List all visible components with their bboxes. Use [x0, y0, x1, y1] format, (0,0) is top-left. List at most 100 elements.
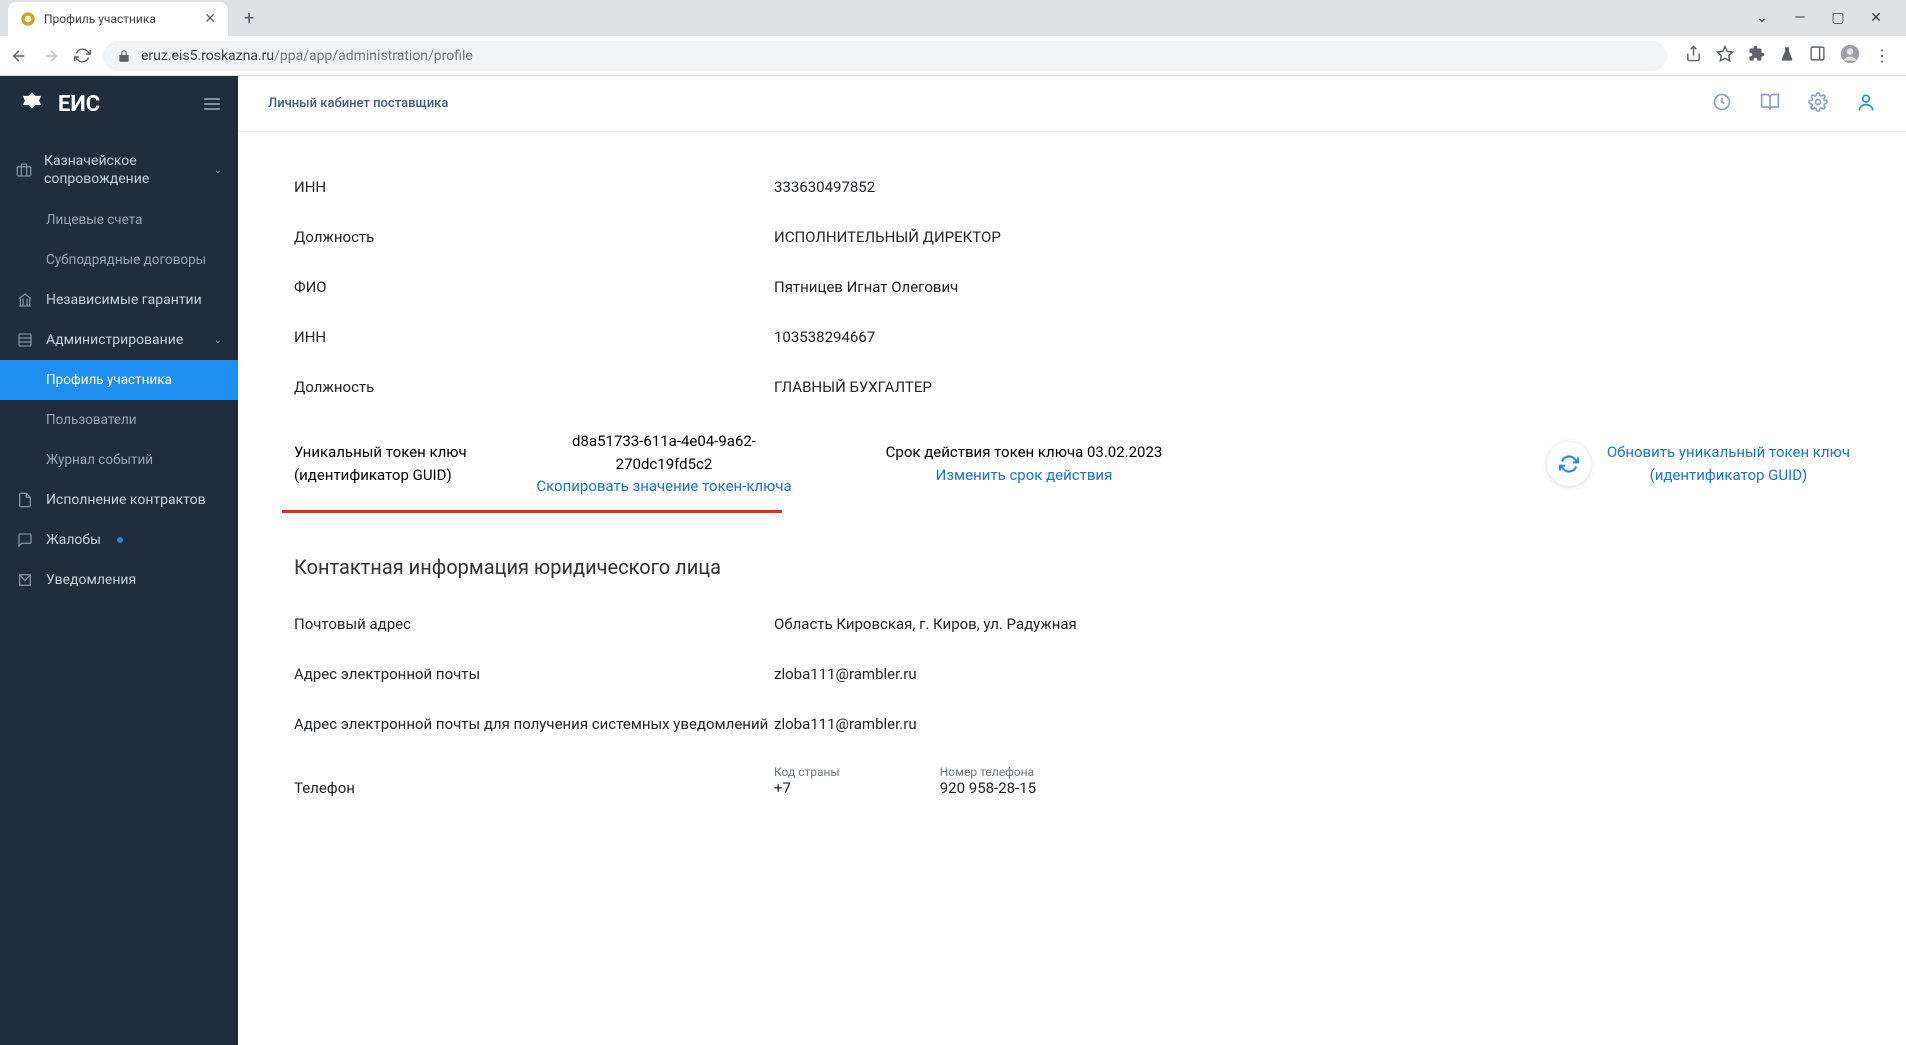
reload-button[interactable] [74, 47, 91, 64]
mail-icon [16, 572, 34, 588]
topbar-icons [1712, 92, 1876, 116]
nav-contracts[interactable]: Исполнение контрактов [0, 480, 238, 520]
window-close-button[interactable]: ✕ [1866, 8, 1886, 28]
value-number: 920 958-28-15 [940, 779, 1036, 797]
star-icon[interactable] [1716, 45, 1734, 67]
forward-button[interactable] [42, 47, 60, 65]
value-post: Область Кировская, г. Киров, ул. Радужна… [774, 615, 1077, 633]
window-controls: ⌄ — ▢ ✕ [1752, 8, 1898, 28]
field-inn1: ИНН 333630497852 [294, 162, 1850, 212]
field-email: Адрес электронной почты zloba111@rambler… [294, 649, 1850, 699]
value-fio: Пятницев Игнат Олегович [774, 278, 958, 296]
menu-icon[interactable]: ⋮ [1874, 46, 1890, 65]
phone-values: Код страны +7 Номер телефона 920 958-28-… [774, 765, 1036, 797]
copy-token-link[interactable]: Скопировать значение токен-ключа [536, 475, 791, 498]
back-button[interactable] [10, 47, 28, 65]
phone-code-col: Код страны +7 [774, 765, 840, 797]
panel-icon[interactable] [1809, 45, 1826, 66]
notification-dot [117, 537, 123, 543]
maximize-button[interactable]: ▢ [1828, 8, 1848, 28]
address-bar[interactable]: eruz.eis5.roskazna.ru/ppa/app/administra… [103, 41, 1667, 71]
main: Личный кабинет поставщика ИНН 3336304978… [238, 76, 1906, 1045]
chevron-down-icon[interactable]: ⌄ [1752, 8, 1772, 28]
book-icon[interactable] [1760, 92, 1780, 116]
token-refresh-col: Обновить уникальный токен ключ (идентифи… [1547, 441, 1850, 486]
label-inn: ИНН [294, 178, 774, 196]
sidebar-toggle[interactable] [204, 95, 220, 113]
label-post: Почтовый адрес [294, 615, 774, 633]
value-email: zloba111@rambler.ru [774, 665, 917, 683]
label-fio: ФИО [294, 278, 774, 296]
close-icon[interactable]: ✕ [204, 11, 216, 27]
nav-log[interactable]: Журнал событий [0, 440, 238, 480]
chevron-down-icon: ⌄ [214, 335, 222, 346]
label-code: Код страны [774, 765, 840, 779]
browser-chrome: Профиль участника ✕ + ⌄ — ▢ ✕ eruz.eis5.… [0, 0, 1906, 76]
gear-icon[interactable] [1808, 92, 1828, 116]
profile-icon[interactable] [1840, 44, 1860, 68]
refresh-button[interactable] [1547, 442, 1591, 486]
nav-label: Казначейское сопровождение [44, 152, 202, 188]
admin-icon [16, 332, 34, 348]
field-position2: Должность ГЛАВНЫЙ БУХГАЛТЕР [294, 362, 1850, 412]
token-expiry: Срок действия токен ключа 03.02.2023 [886, 441, 1163, 464]
minimize-button[interactable]: — [1790, 8, 1810, 28]
topbar: Личный кабинет поставщика [238, 76, 1906, 132]
value-sysemail: zloba111@rambler.ru [774, 715, 917, 733]
field-sysemail: Адрес электронной почты для получения си… [294, 699, 1850, 749]
field-fio: ФИО Пятницев Игнат Олегович [294, 262, 1850, 312]
token-expiry-col: Срок действия токен ключа 03.02.2023 Изм… [874, 441, 1174, 486]
nav-profile[interactable]: Профиль участника [0, 360, 238, 400]
value-position: ИСПОЛНИТЕЛЬНЫЙ ДИРЕКТОР [774, 228, 1001, 246]
label-sysemail: Адрес электронной почты для получения си… [294, 715, 774, 733]
value-position2: ГЛАВНЫЙ БУХГАЛТЕР [774, 378, 932, 396]
refresh-token-link[interactable]: Обновить уникальный токен ключ (идентифи… [1607, 441, 1850, 486]
phone-number-col: Номер телефона 920 958-28-15 [940, 765, 1036, 797]
sidebar: ЕИС Казначейское сопровождение ⌄ Лицевые… [0, 76, 238, 1045]
emblem-icon [18, 90, 46, 118]
label-position2: Должность [294, 378, 774, 396]
user-icon[interactable] [1856, 92, 1876, 116]
chevron-down-icon: ⌄ [214, 165, 222, 176]
nav-subcontracts[interactable]: Субподрядные договоры [0, 240, 238, 280]
share-icon[interactable] [1685, 45, 1702, 66]
field-phone: Телефон Код страны +7 Номер телефона 920… [294, 749, 1850, 813]
field-inn2: ИНН 103538294667 [294, 312, 1850, 362]
nav-notifications[interactable]: Уведомления [0, 560, 238, 600]
change-expiry-link[interactable]: Изменить срок действия [936, 464, 1113, 487]
new-tab-button[interactable]: + [236, 4, 262, 33]
topbar-title: Личный кабинет поставщика [268, 96, 448, 111]
tab-strip: Профиль участника ✕ + ⌄ — ▢ ✕ [0, 0, 1906, 36]
value-inn2: 103538294667 [774, 328, 875, 346]
token-guid: d8a51733-611a-4e04-9a62-270dc19fd5c2 [534, 430, 794, 475]
nav-admin[interactable]: Администрирование ⌄ [0, 320, 238, 360]
token-label: Уникальный токен ключ (идентификатор GUI… [294, 441, 534, 486]
label-email: Адрес электронной почты [294, 665, 774, 683]
label-position: Должность [294, 228, 774, 246]
logo-text: ЕИС [58, 92, 100, 117]
document-icon [16, 492, 34, 508]
lock-icon [117, 49, 131, 63]
sidebar-header: ЕИС [0, 76, 238, 132]
extensions-icon[interactable] [1748, 45, 1765, 66]
history-icon[interactable] [1712, 92, 1732, 116]
briefcase-icon [16, 162, 32, 178]
label-inn2: ИНН [294, 328, 774, 346]
field-position1: Должность ИСПОЛНИТЕЛЬНЫЙ ДИРЕКТОР [294, 212, 1850, 262]
chat-icon [16, 532, 34, 548]
section-contact-title: Контактная информация юридического лица [294, 555, 1850, 579]
content: ИНН 333630497852 Должность ИСПОЛНИТЕЛЬНЫ… [238, 132, 1906, 1045]
nav-complaints[interactable]: Жалобы [0, 520, 238, 560]
token-guid-col: d8a51733-611a-4e04-9a62-270dc19fd5c2 Ско… [534, 430, 794, 498]
nav-users[interactable]: Пользователи [0, 400, 238, 440]
nav-treasury[interactable]: Казначейское сопровождение ⌄ [0, 140, 238, 200]
field-post: Почтовый адрес Область Кировская, г. Кир… [294, 599, 1850, 649]
nav-accounts[interactable]: Лицевые счета [0, 200, 238, 240]
favicon-icon [20, 11, 36, 27]
flask-icon[interactable] [1779, 46, 1795, 66]
nav-guarantees[interactable]: Независимые гарантии [0, 280, 238, 320]
label-number: Номер телефона [940, 765, 1036, 779]
browser-tab[interactable]: Профиль участника ✕ [8, 2, 228, 36]
app-container: ЕИС Казначейское сопровождение ⌄ Лицевые… [0, 76, 1906, 1045]
value-code: +7 [774, 779, 840, 797]
